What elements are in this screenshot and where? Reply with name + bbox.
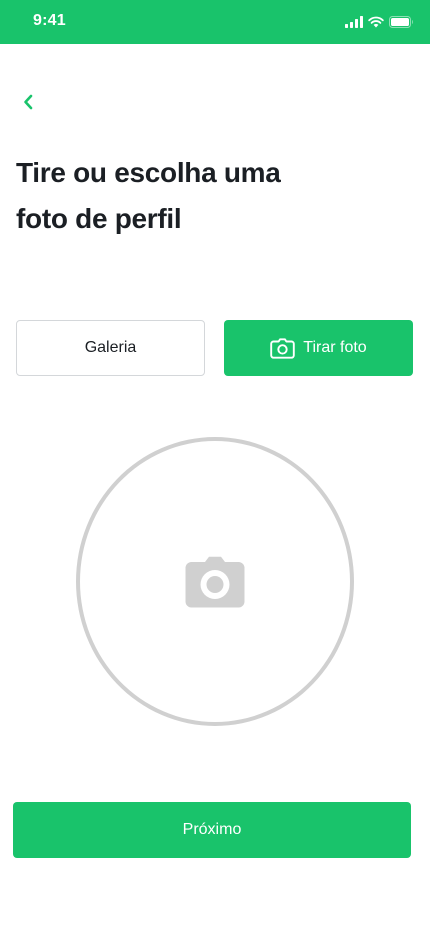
- page-title-line-2: foto de perfil: [16, 203, 182, 234]
- next-button[interactable]: Próximo: [13, 802, 411, 858]
- camera-icon: [185, 556, 245, 607]
- take-photo-button[interactable]: Tirar foto: [224, 320, 413, 376]
- gallery-button-label: Galeria: [84, 339, 137, 356]
- back-button[interactable]: [14, 88, 42, 116]
- battery-icon: [389, 16, 413, 28]
- chevron-left-icon: [24, 94, 33, 110]
- take-photo-button-label: Tirar foto: [303, 339, 367, 356]
- signal-icon: [345, 16, 363, 28]
- status-bar: 9:41: [0, 0, 430, 44]
- camera-icon: [270, 337, 296, 359]
- page-title-line-1: Tire ou escolha uma: [16, 157, 281, 188]
- wifi-icon: [368, 16, 384, 28]
- next-button-label: Próximo: [182, 821, 242, 838]
- page-title: Tire ou escolha uma foto de perfil: [16, 150, 336, 242]
- status-time: 9:41: [33, 12, 66, 29]
- gallery-button[interactable]: Galeria: [16, 320, 205, 376]
- profile-photo-placeholder[interactable]: [76, 437, 354, 726]
- status-icons: [345, 15, 414, 29]
